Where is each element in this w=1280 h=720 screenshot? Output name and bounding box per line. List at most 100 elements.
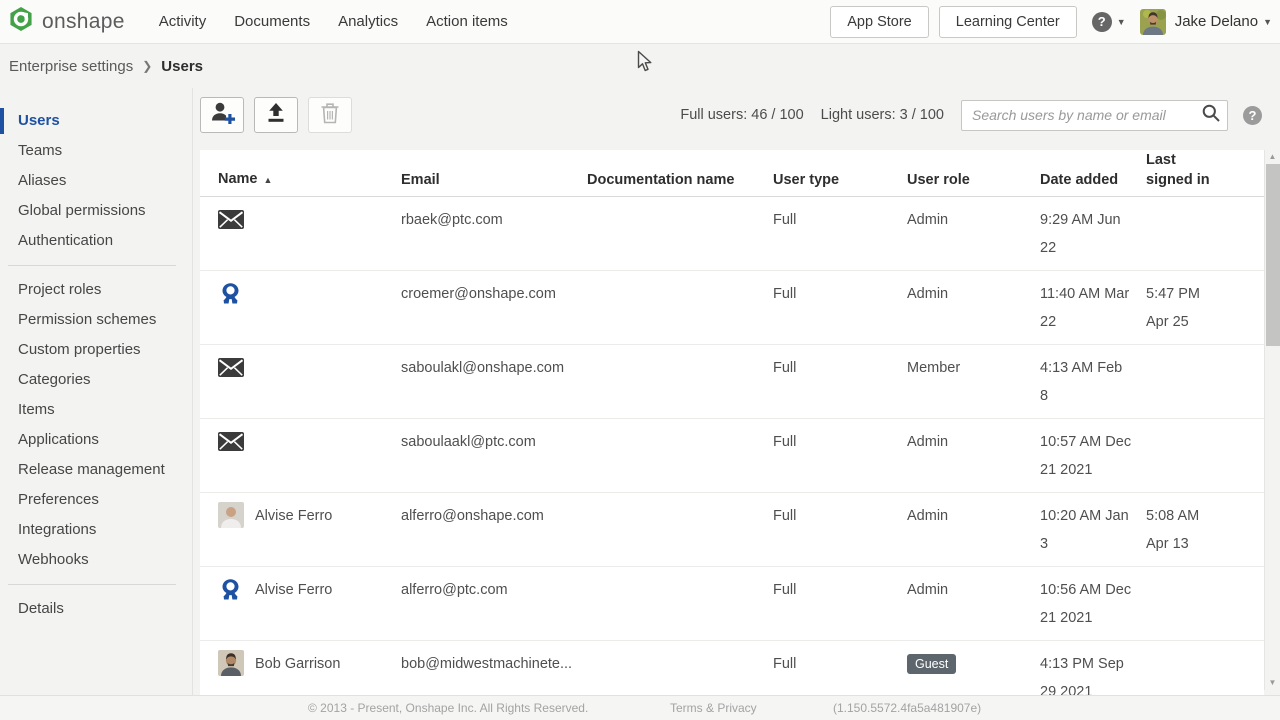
footer: © 2013 - Present, Onshape Inc. All Right… [0, 695, 1280, 720]
sidebar-item-label: Release management [18, 461, 165, 478]
cell-text: 11:40 AM Mar 22 [1040, 286, 1129, 330]
table-row[interactable]: saboulakl@onshape.comFullMember4:13 AM F… [200, 345, 1264, 419]
sidebar-item-webhooks[interactable]: Webhooks [0, 545, 192, 575]
table-scrollbar[interactable]: ▲ ▼ [1264, 150, 1280, 690]
terms-privacy-link[interactable]: Terms & Privacy [670, 696, 757, 720]
sidebar-item-teams[interactable]: Teams [0, 136, 192, 166]
nav-item-documents[interactable]: Documents [220, 0, 324, 43]
import-users-button[interactable] [254, 97, 298, 133]
app-store-button[interactable]: App Store [830, 6, 929, 38]
sidebar-item-custom-properties[interactable]: Custom properties [0, 335, 192, 365]
sidebar-item-label: Permission schemes [18, 311, 156, 328]
sidebar-item-label: Authentication [18, 232, 113, 249]
nav-item-action-items[interactable]: Action items [412, 0, 522, 43]
sidebar-item-items[interactable]: Items [0, 395, 192, 425]
users-table: Name▲EmailDocumentation nameUser typeUse… [200, 150, 1264, 695]
sidebar-item-permission-schemes[interactable]: Permission schemes [0, 305, 192, 335]
onshape-logo-icon [8, 6, 34, 37]
nav-item-activity[interactable]: Activity [145, 0, 221, 43]
page-title: Users [161, 58, 203, 75]
users-help-icon[interactable]: ? [1243, 106, 1262, 125]
cell-text: 5:47 PM Apr 25 [1146, 286, 1200, 330]
sidebar-item-preferences[interactable]: Preferences [0, 485, 192, 515]
date-added-cell: 10:57 AM Dec 21 2021 [1040, 419, 1146, 492]
column-header-last-signed-in[interactable]: Last signed in [1146, 150, 1236, 198]
help-menu-caret-icon[interactable]: ▼ [1117, 17, 1126, 27]
guest-role-badge: Guest [907, 654, 956, 674]
table-row[interactable]: Alvise Ferroalferro@onshape.com FullAdmin… [200, 493, 1264, 567]
scroll-down-icon[interactable]: ▼ [1265, 676, 1280, 690]
column-header-user-role[interactable]: User role [907, 170, 1040, 198]
sidebar-item-global-permissions[interactable]: Global permissions [0, 196, 192, 226]
user-menu-caret-icon[interactable]: ▼ [1263, 17, 1272, 27]
cell-text: alferro@ptc.com [401, 582, 508, 598]
user-role-cell: Admin [907, 493, 1040, 566]
table-row[interactable]: croemer@onshape.com Full Admin 11:40 AM Mar… [200, 271, 1264, 345]
documentation-name-cell [587, 493, 773, 566]
last-signed-in-cell [1146, 567, 1236, 640]
sidebar-item-aliases[interactable]: Aliases [0, 166, 192, 196]
cell-text: Full [773, 582, 796, 598]
date-added-cell: 4:13 AM Feb 8 [1040, 345, 1146, 418]
cell-text: croemer@onshape.com [401, 286, 556, 302]
sidebar-item-details[interactable]: Details [0, 594, 192, 624]
sidebar-item-label: Items [18, 401, 55, 418]
sidebar-item-users[interactable]: Users [0, 106, 192, 136]
scroll-up-icon[interactable]: ▲ [1265, 150, 1280, 164]
sidebar-item-applications[interactable]: Applications [0, 425, 192, 455]
table-row[interactable]: rbaek@ptc.comFullAdmin9:29 AM Jun 22 [200, 197, 1264, 271]
table-row[interactable]: saboulaakl@ptc.comFullAdmin10:57 AM Dec … [200, 419, 1264, 493]
user-name-text: Alvise Ferro [255, 576, 332, 604]
sidebar-item-authentication[interactable]: Authentication [0, 226, 192, 256]
column-header-label: Last signed in [1146, 152, 1210, 188]
cell-text: Full [773, 656, 796, 672]
search-input[interactable] [962, 107, 1195, 123]
learning-center-button[interactable]: Learning Center [939, 6, 1077, 38]
date-added-cell: 9:29 AM Jun 22 [1040, 197, 1146, 270]
sidebar-divider [8, 584, 176, 585]
user-type-cell: Full [773, 493, 907, 566]
cell-text: Admin [907, 582, 948, 598]
email-cell: croemer@onshape.com [401, 271, 587, 344]
date-added-cell: 10:20 AM Jan 3 [1040, 493, 1146, 566]
search-button[interactable] [1195, 101, 1227, 130]
onshape-logo[interactable]: onshape [8, 6, 125, 37]
version-text: (1.150.5572.4fa5a481907e) [833, 696, 981, 720]
column-header-documentation-name[interactable]: Documentation name [587, 170, 773, 198]
column-header-label: User role [907, 172, 970, 188]
cell-text: bob@midwestmachinete... [401, 656, 572, 672]
delete-user-button[interactable] [308, 97, 352, 133]
cell-text: 10:57 AM Dec 21 2021 [1040, 434, 1131, 478]
sidebar-item-release-management[interactable]: Release management [0, 455, 192, 485]
table-row[interactable]: Alvise Ferroalferro@ptc.comFullAdmin10:5… [200, 567, 1264, 641]
full-users-count: Full users: 46 / 100 [680, 107, 803, 123]
cell-text: Admin [907, 212, 948, 228]
column-header-date-added[interactable]: Date added [1040, 170, 1146, 198]
settings-sidebar: UsersTeamsAliasesGlobal permissions Authe… [0, 88, 193, 695]
help-menu-icon[interactable]: ? [1092, 12, 1112, 32]
add-user-icon [210, 101, 235, 129]
user-avatar[interactable] [1140, 9, 1166, 35]
sidebar-item-integrations[interactable]: Integrations [0, 515, 192, 545]
sidebar-item-project-roles[interactable]: Project roles [0, 275, 192, 305]
nav-item-analytics[interactable]: Analytics [324, 0, 412, 43]
user-type-cell: Full [773, 271, 907, 344]
column-header-email[interactable]: Email [401, 170, 587, 198]
cell-text: Admin [907, 508, 948, 524]
scrollbar-thumb[interactable] [1266, 164, 1280, 346]
user-name-text: Bob Garrison [255, 650, 340, 678]
copyright-text: © 2013 - Present, Onshape Inc. All Right… [308, 696, 588, 720]
cell-text: Admin [907, 286, 948, 302]
date-added-cell: 11:40 AM Mar 22 [1040, 271, 1146, 344]
email-cell: saboulakl@onshape.com [401, 345, 587, 418]
sidebar-item-categories[interactable]: Categories [0, 365, 192, 395]
name-cell: Alvise Ferro [200, 493, 401, 566]
cell-text: alferro@onshape.com [401, 508, 544, 524]
column-header-name[interactable]: Name▲ [200, 169, 401, 198]
user-menu-name[interactable]: Jake Delano [1175, 13, 1258, 30]
cell-text: Full [773, 286, 796, 302]
add-user-button[interactable] [200, 97, 244, 133]
default-avatar-icon [218, 576, 244, 602]
column-header-user-type[interactable]: User type [773, 170, 907, 198]
breadcrumb-parent-link[interactable]: Enterprise settings [9, 58, 133, 75]
